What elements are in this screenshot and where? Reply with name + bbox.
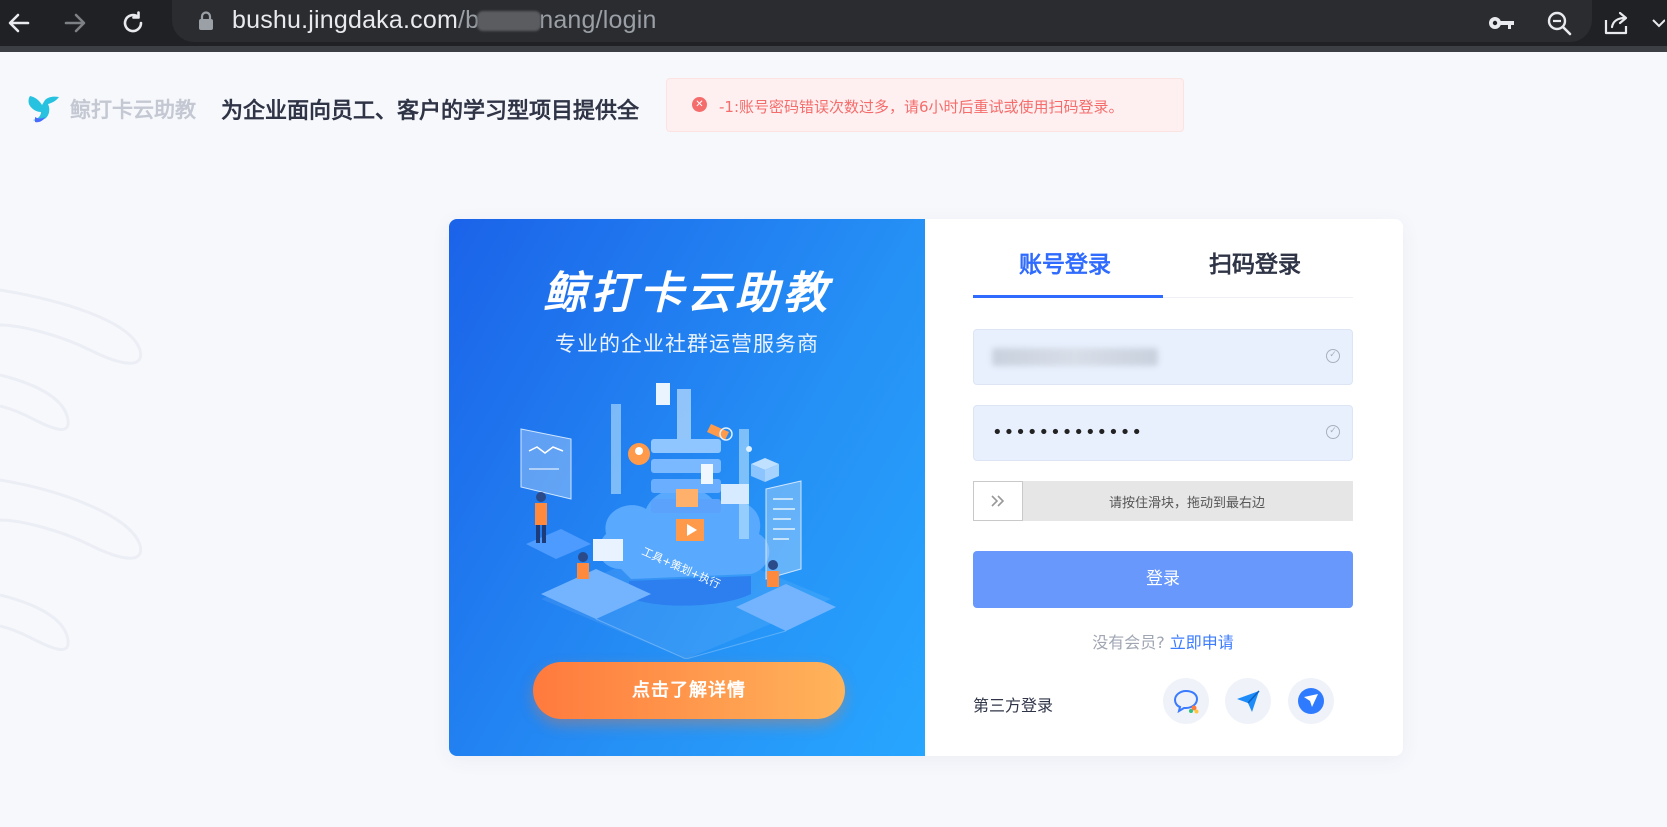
no-member-text: 没有会员?	[1092, 633, 1165, 652]
decorative-curves	[0, 288, 143, 651]
toolbar-divider	[0, 46, 1667, 52]
tab-account-login[interactable]: 账号登录	[1019, 245, 1111, 279]
slider-hint: 请按住滑块，拖动到最右边	[1108, 496, 1265, 511]
apply-now-link[interactable]: 立即申请	[1170, 633, 1234, 652]
cloud-platform-illustration: 工具+策划+执行	[520, 383, 836, 659]
whale-logo-icon[interactable]	[26, 90, 64, 130]
signup-prompt: 没有会员? 立即申请	[973, 629, 1353, 653]
url-host: bushu.jingdaka.com	[232, 6, 458, 34]
dingtalk-login-button[interactable]	[1225, 678, 1271, 724]
lock-icon	[198, 11, 214, 35]
brand-name: 鲸打卡云助教	[70, 98, 196, 122]
password-field[interactable]: ••••••••••••• ✓	[973, 405, 1353, 461]
username-field[interactable]: ✓	[973, 329, 1353, 385]
feishu-bird-icon	[1298, 688, 1324, 714]
paper-plane-icon	[1237, 690, 1260, 712]
active-tab-indicator	[973, 295, 1163, 298]
tab-qr-login[interactable]: 扫码登录	[1209, 245, 1301, 279]
url-path-prefix: /b	[457, 6, 480, 34]
login-card: 鲸打卡云助教 专业的企业社群运营服务商 工具+策划+执行 点击了解详情 账号登录…	[449, 219, 1403, 756]
double-chevron-right-icon	[991, 495, 1005, 507]
feishu-login-button[interactable]	[1288, 678, 1334, 724]
back-icon[interactable]	[2, 6, 36, 40]
password-value: •••••••••••••	[992, 422, 1144, 443]
redacted-segment	[477, 11, 542, 32]
url-path-suffix: nang/login	[539, 6, 657, 34]
username-value-redacted	[992, 348, 1158, 366]
promo-title: 鲸打卡云助教	[543, 268, 831, 319]
slider-handle[interactable]	[973, 481, 1023, 521]
url-text[interactable]: bushu.jingdaka.com/b nang/login	[232, 6, 657, 35]
error-message: -1:账号密码错误次数过多，请6小时后重试或使用扫码登录。	[719, 98, 1124, 116]
forward-icon[interactable]	[58, 6, 92, 40]
wechat-work-login-button[interactable]	[1163, 678, 1209, 724]
third-party-login-label: 第三方登录	[973, 696, 1054, 715]
reload-icon[interactable]	[116, 6, 150, 40]
chat-bubble-icon	[1173, 689, 1199, 714]
promo-panel: 鲸打卡云助教 专业的企业社群运营服务商 工具+策划+执行 点击了解详情	[449, 219, 925, 756]
check-circle-icon: ✓	[1326, 349, 1340, 363]
login-button[interactable]: 登录	[973, 551, 1353, 608]
share-icon[interactable]	[1600, 7, 1632, 39]
check-circle-icon: ✓	[1326, 425, 1340, 439]
learn-more-button[interactable]: 点击了解详情	[533, 662, 845, 719]
menu-chevron-icon[interactable]	[1648, 7, 1667, 39]
slider-captcha: 请按住滑块，拖动到最右边	[973, 481, 1353, 521]
key-icon[interactable]	[1486, 7, 1518, 39]
zoom-icon[interactable]	[1543, 7, 1575, 39]
error-icon: ✕	[692, 97, 707, 112]
error-toast: ✕ -1:账号密码错误次数过多，请6小时后重试或使用扫码登录。	[666, 78, 1184, 132]
page-slogan: 为企业面向员工、客户的学习型项目提供全	[221, 99, 640, 124]
promo-subtitle: 专业的企业社群运营服务商	[555, 332, 819, 356]
